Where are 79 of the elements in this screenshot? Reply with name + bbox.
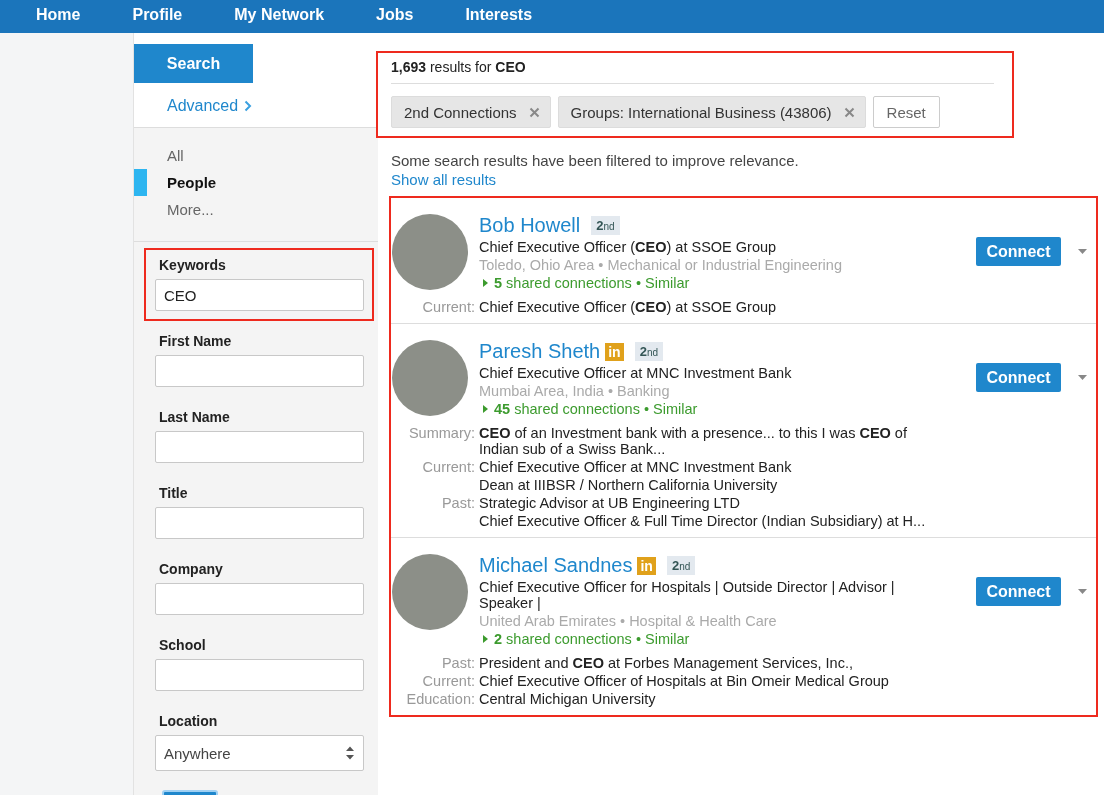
detail-text: Strategic Advisor at UB Engineering LTD [479,495,741,511]
dropdown-caret-icon[interactable] [1078,589,1087,594]
filter-chip[interactable]: 2nd Connections [391,96,551,128]
filter-chip[interactable]: Groups: International Business (43806) [557,96,866,128]
field-label: School [158,637,207,653]
advanced-link[interactable]: Advanced [167,97,239,115]
detail-label: Summary: [407,425,475,443]
filter-label: Groups: International Business (43806) [570,103,832,121]
location-industry: Mumbai Area, India • Banking [479,383,671,399]
connect-button[interactable]: Connect [976,237,1061,266]
headline-text: Chief Executive Officer at MNC Investment Bank [479,365,793,381]
degree-badge: 2nd [634,342,663,361]
detail-label: Current: [421,299,475,315]
category-link[interactable]: All [167,147,184,164]
field-label: Title [158,485,189,501]
shared-connections-link[interactable]: 45 shared connections • Similar [494,401,698,417]
text-input-field[interactable] [155,507,364,539]
text-input-field[interactable] [155,583,364,615]
filter-label: 2nd Connections [404,103,517,121]
field-label: Company [158,561,224,577]
person-name-link[interactable]: Michael Sandnes [479,554,633,577]
text-input-field[interactable] [155,431,364,463]
dropdown-caret-icon[interactable] [1078,375,1087,380]
filter-notice: Some search results have been filtered to improve relevance. [391,152,800,169]
text-input-field[interactable] [155,355,364,387]
search-tab[interactable]: Search [134,44,253,83]
nav-link[interactable]: Home [36,5,81,24]
degree-badge: 2nd [591,216,620,235]
detail-label: Education: [405,691,475,707]
premium-badge: in [605,342,624,361]
detail-text: Chief Executive Officer & Full Time Director (Indian Subsidiary) at H... [479,513,927,529]
degree-badge: 2nd [666,556,696,575]
category-link[interactable]: More... [167,201,214,218]
detail-text: President and CEO at Forbes Management Services, Inc., [479,655,854,671]
premium-badge: in [637,556,656,575]
person-name-link[interactable]: Bob Howell [479,214,581,237]
nav-link[interactable]: My Network [234,5,325,24]
detail-text: Chief Executive Officer (CEO) at SSOE Group [479,299,778,315]
location-select[interactable]: Anywhere [155,735,364,771]
location-industry: Toledo, Ohio Area • Mechanical or Industrial Engineering [479,257,843,273]
text-input-field[interactable]: CEO [155,279,364,311]
dropdown-caret-icon[interactable] [1078,249,1087,254]
connect-button[interactable]: Connect [976,363,1061,392]
up-down-arrows-icon [345,745,355,761]
detail-text: Chief Executive Officer at MNC Investment Bank [479,459,793,475]
detail-text: Central Michigan University [479,691,657,707]
reset-button[interactable]: Reset [872,96,940,128]
expand-triangle-icon[interactable] [483,635,488,643]
headline-text: Chief Executive Officer (CEO) at SSOE Group [479,239,778,255]
chevron-right-icon [244,100,253,112]
show-all-results-link[interactable]: Show all results [391,171,1104,188]
close-icon[interactable] [843,106,855,118]
expand-triangle-icon[interactable] [483,405,488,413]
connect-button[interactable]: Connect [976,577,1061,606]
nav-link[interactable]: Jobs [376,5,414,24]
detail-text: Chief Executive Officer of Hospitals at Bin Omeir Medical Group [479,673,890,689]
detail-label: Past: [440,495,475,513]
detail-text: Dean at IIIBSR / Northern California University [479,477,779,493]
close-icon[interactable] [528,106,540,118]
select-value: Anywhere [164,744,231,762]
field-label: Location [158,713,219,729]
nav-link[interactable]: Profile [132,5,183,24]
detail-label: Current: [421,673,475,689]
text-input-field[interactable] [155,659,364,691]
results-count: 1,693 results for CEO [391,59,994,84]
field-label: Keywords [158,257,227,273]
field-label: Last Name [158,409,231,425]
detail-label: Current: [421,459,475,477]
shared-connections-link[interactable]: 5 shared connections • Similar [494,275,690,291]
expand-triangle-icon[interactable] [483,279,488,287]
shared-connections-link[interactable]: 2 shared connections • Similar [494,631,690,647]
field-label: First Name [158,333,233,349]
detail-label: Past: [440,655,475,671]
nav-link[interactable]: Interests [465,5,533,24]
category-link[interactable]: People [167,174,217,191]
headline-text: Chief Executive Officer for Hospitals | Outside Director | Advisor | Speaker | [479,579,896,611]
location-industry: United Arab Emirates • Hospital & Health Care [479,613,778,629]
person-name-link[interactable]: Paresh Sheth [479,340,601,363]
detail-text: CEO of an Investment bank with a presence... to this I was CEO of Indian sub of a Swiss Bank... [479,425,908,457]
